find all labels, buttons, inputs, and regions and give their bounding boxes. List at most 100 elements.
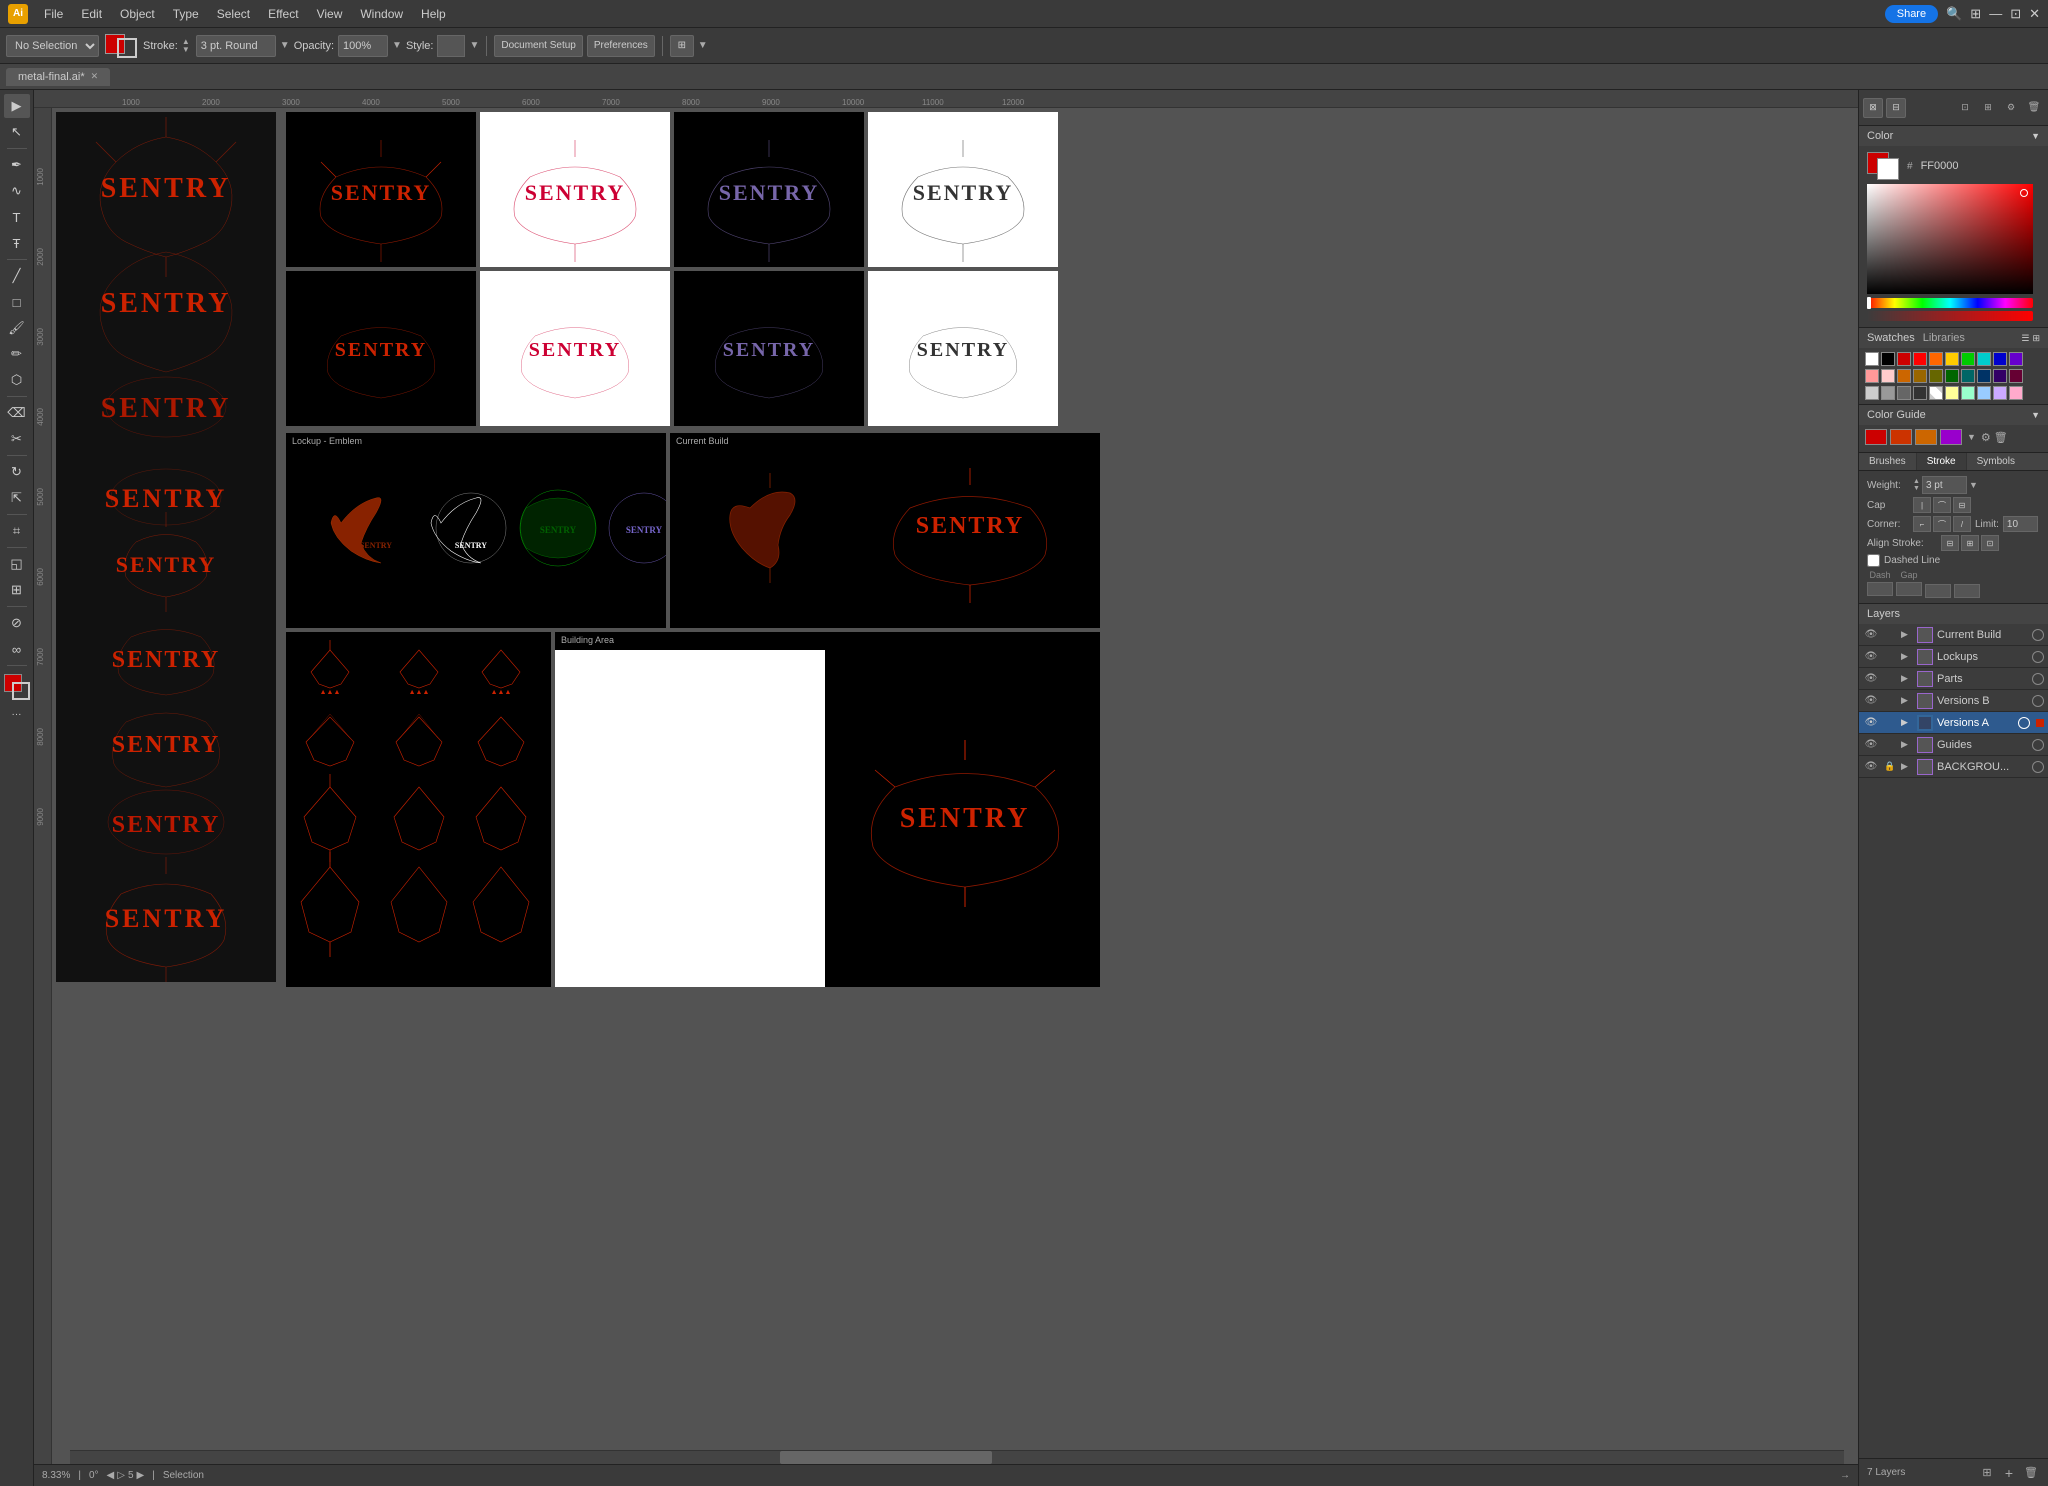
layer-lock-versions-a[interactable] (1883, 716, 1897, 730)
minimize-icon[interactable]: — (1989, 6, 2002, 21)
direct-selection-tool[interactable]: ↖ (4, 120, 30, 144)
style-selector[interactable] (437, 35, 465, 57)
layer-expand-guides[interactable]: ▶ (1901, 739, 1913, 750)
stroke-weight-input[interactable] (1922, 476, 1967, 494)
swatch-r2-3[interactable] (1897, 369, 1911, 383)
swatch-purple[interactable] (2009, 352, 2023, 366)
sidebar-icon-delete[interactable]: 🗑 (2024, 98, 2044, 118)
layer-vis-background[interactable]: 👁 (1863, 760, 1879, 774)
layer-lock-lockups[interactable] (1883, 650, 1897, 664)
pencil-tool[interactable]: ✏ (4, 342, 30, 366)
mesh-tool[interactable]: ⊞ (4, 578, 30, 602)
cg-dropdown-icon[interactable]: ▼ (1967, 432, 1976, 442)
stroke-color-box[interactable] (117, 38, 137, 58)
sidebar-icon-settings[interactable]: ⚙ (2001, 98, 2021, 118)
layer-vis-parts[interactable]: 👁 (1863, 672, 1879, 686)
layer-current-build[interactable]: 👁 ▶ Current Build (1859, 624, 2048, 646)
swatch-r3-9[interactable] (1993, 386, 2007, 400)
layer-lock-guides[interactable] (1883, 738, 1897, 752)
layer-lockups[interactable]: 👁 ▶ Lockups (1859, 646, 2048, 668)
layer-expand-background[interactable]: ▶ (1901, 761, 1913, 772)
layer-vis-versions-b[interactable]: 👁 (1863, 694, 1879, 708)
swatch-r2-1[interactable] (1865, 369, 1879, 383)
menu-type[interactable]: Type (165, 5, 207, 23)
swatch-r2-6[interactable] (1945, 369, 1959, 383)
layer-target-current-build[interactable] (2032, 629, 2044, 641)
layers-find-icon[interactable]: ⊞ (1978, 1464, 1996, 1482)
layer-expand-versions-a[interactable]: ▶ (1901, 717, 1913, 728)
layer-target-parts[interactable] (2032, 673, 2044, 685)
artboard-nav[interactable]: ◀ ▷ 5 ▶ (107, 1470, 145, 1481)
swatch-yellow[interactable] (1945, 352, 1959, 366)
layer-lock-background[interactable]: 🔒 (1883, 760, 1897, 774)
layer-parts[interactable]: 👁 ▶ Parts (1859, 668, 2048, 690)
style-dropdown-icon[interactable]: ▼ (469, 40, 479, 51)
gradient-tool[interactable]: ◱ (4, 552, 30, 576)
stroke-weight-arrows[interactable]: ▲ ▼ (1913, 478, 1920, 492)
swatches-panel-header[interactable]: Swatches Libraries ☰ ⊞ (1859, 328, 2048, 348)
swatch-r3-5[interactable] (1929, 386, 1943, 400)
rotation-display[interactable]: 0° (89, 1470, 99, 1481)
artboard-next-icon[interactable]: ▶ (137, 1470, 145, 1481)
menu-help[interactable]: Help (413, 5, 454, 23)
cap-butt[interactable]: | (1913, 497, 1931, 513)
layer-lock-current-build[interactable] (1883, 628, 1897, 642)
scissors-tool[interactable]: ✂ (4, 427, 30, 451)
swatch-r2-10[interactable] (2009, 369, 2023, 383)
libraries-tab[interactable]: Libraries (1923, 332, 1965, 344)
swatch-r3-3[interactable] (1897, 386, 1911, 400)
swatch-blue[interactable] (1993, 352, 2007, 366)
cg-swatch-3[interactable] (1915, 429, 1937, 445)
artboard-nav-icon[interactable]: ▷ (117, 1470, 125, 1481)
menu-file[interactable]: File (36, 5, 71, 23)
tab-main-file[interactable]: metal-final.ai* ✕ (6, 68, 110, 86)
artboard-prev-icon[interactable]: ◀ (107, 1470, 115, 1481)
cg-swatch-2[interactable] (1890, 429, 1912, 445)
color-guide-header[interactable]: Color Guide ▼ (1859, 405, 2048, 425)
hue-bar[interactable] (1867, 298, 2033, 308)
opacity-dropdown-icon[interactable]: ▼ (392, 40, 402, 51)
document-setup-button[interactable]: Document Setup (494, 35, 583, 57)
swatch-r3-1[interactable] (1865, 386, 1879, 400)
sidebar-icon-arr1[interactable]: ⊡ (1955, 98, 1975, 118)
layer-versions-b[interactable]: 👁 ▶ Versions B (1859, 690, 2048, 712)
align-inside[interactable]: ⊞ (1961, 535, 1979, 551)
swatch-red2[interactable] (1913, 352, 1927, 366)
swatch-r2-9[interactable] (1993, 369, 2007, 383)
layer-target-background[interactable] (2032, 761, 2044, 773)
stroke-arrows[interactable]: ▲ ▼ (182, 38, 190, 54)
eraser-tool[interactable]: ⌫ (4, 401, 30, 425)
layer-vis-versions-a[interactable]: 👁 (1863, 716, 1879, 730)
menu-view[interactable]: View (309, 5, 351, 23)
swatch-r3-7[interactable] (1961, 386, 1975, 400)
layer-expand-parts[interactable]: ▶ (1901, 673, 1913, 684)
more-tools[interactable]: ··· (4, 702, 30, 726)
brushes-tab[interactable]: Brushes (1859, 453, 1917, 470)
stroke-tab[interactable]: Stroke (1917, 453, 1967, 470)
swatches-tab[interactable]: Swatches (1867, 332, 1915, 344)
toolbox-stroke-swatch[interactable] (12, 682, 30, 700)
sidebar-icon-transform[interactable]: ⊠ (1863, 98, 1883, 118)
blend-tool[interactable]: ∞ (4, 637, 30, 661)
layer-background[interactable]: 👁 🔒 ▶ BACKGROU... (1859, 756, 2048, 778)
selection-tool[interactable]: ▶ (4, 94, 30, 118)
layer-expand-lockups[interactable]: ▶ (1901, 651, 1913, 662)
swatch-r2-2[interactable] (1881, 369, 1895, 383)
search-icon[interactable]: 🔍 (1946, 6, 1962, 22)
sidebar-icon-arr2[interactable]: ⊞ (1978, 98, 1998, 118)
menu-object[interactable]: Object (112, 5, 163, 23)
swatch-green[interactable] (1961, 352, 1975, 366)
layer-vis-lockups[interactable]: 👁 (1863, 650, 1879, 664)
cg-delete-icon[interactable]: 🗑 (1994, 431, 2008, 444)
rotate-tool[interactable]: ↻ (4, 460, 30, 484)
swatch-r3-6[interactable] (1945, 386, 1959, 400)
selection-dropdown[interactable]: No Selection (6, 35, 99, 57)
corner-limit-input[interactable] (2003, 516, 2038, 532)
swatch-r2-5[interactable] (1929, 369, 1943, 383)
swatch-r2-7[interactable] (1961, 369, 1975, 383)
symbols-tab[interactable]: Symbols (1967, 453, 2025, 470)
swatches-list-icon[interactable]: ☰ (2021, 333, 2029, 344)
scrollbar-horizontal[interactable] (70, 1450, 1844, 1464)
color-gradient-box[interactable] (1867, 184, 2033, 294)
swatch-r3-4[interactable] (1913, 386, 1927, 400)
